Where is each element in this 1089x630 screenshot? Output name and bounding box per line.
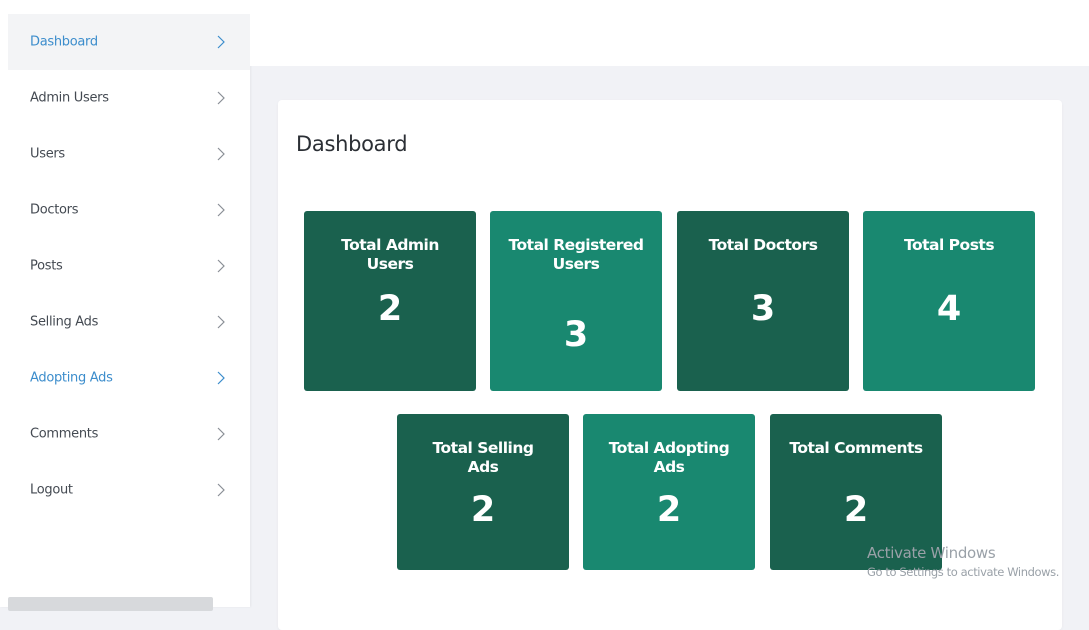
stat-card-total-selling-ads[interactable]: Total Selling Ads 2 bbox=[397, 414, 569, 570]
sidebar-item-label: Admin Users bbox=[30, 90, 109, 106]
stat-card-value: 2 bbox=[470, 490, 496, 530]
sidebar-item-adopting-ads[interactable]: Adopting Ads bbox=[8, 350, 250, 406]
stat-card-total-comments[interactable]: Total Comments 2 bbox=[770, 414, 942, 570]
sidebar-item-label: Comments bbox=[30, 426, 99, 442]
chevron-right-icon bbox=[217, 483, 225, 497]
sidebar-item-label: Dashboard bbox=[30, 34, 98, 50]
sidebar-item-dashboard[interactable]: Dashboard bbox=[8, 14, 250, 70]
stat-card-label: Total Admin Users bbox=[341, 236, 439, 273]
sidebar-item-label: Logout bbox=[30, 482, 73, 498]
stat-card-total-doctors[interactable]: Total Doctors 3 bbox=[677, 211, 849, 391]
sidebar-item-doctors[interactable]: Doctors bbox=[8, 182, 250, 238]
sidebar: Dashboard Admin Users Users Doctors Post… bbox=[0, 0, 250, 611]
stat-card-value: 2 bbox=[843, 490, 869, 530]
stat-card-label: Total Doctors bbox=[708, 236, 818, 254]
stat-card-label: Total Adopting Ads bbox=[608, 439, 730, 476]
stat-card-label: Total Posts bbox=[903, 236, 995, 254]
sidebar-item-users[interactable]: Users bbox=[8, 126, 250, 182]
stat-card-label: Total Selling Ads bbox=[432, 439, 535, 476]
stat-card-total-admin-users[interactable]: Total Admin Users 2 bbox=[304, 211, 476, 391]
page-title: Dashboard bbox=[296, 132, 408, 156]
top-header-bar bbox=[250, 0, 1089, 66]
status-bar-url bbox=[8, 597, 213, 611]
sidebar-item-comments[interactable]: Comments bbox=[8, 406, 250, 462]
chevron-right-icon bbox=[217, 35, 225, 49]
stat-card-label: Total Comments bbox=[789, 439, 923, 457]
stat-card-label: Total Registered Users bbox=[508, 236, 645, 273]
stat-card-value: 2 bbox=[656, 490, 682, 530]
stat-card-total-adopting-ads[interactable]: Total Adopting Ads 2 bbox=[583, 414, 755, 570]
sidebar-item-posts[interactable]: Posts bbox=[8, 238, 250, 294]
stat-card-value: 3 bbox=[563, 315, 589, 355]
stat-card-value: 2 bbox=[377, 289, 403, 329]
sidebar-item-logout[interactable]: Logout bbox=[8, 462, 250, 518]
chevron-right-icon bbox=[217, 91, 225, 105]
sidebar-item-label: Selling Ads bbox=[30, 314, 99, 330]
stat-card-total-posts[interactable]: Total Posts 4 bbox=[863, 211, 1035, 391]
sidebar-item-label: Adopting Ads bbox=[30, 370, 113, 386]
stat-card-total-registered-users[interactable]: Total Registered Users 3 bbox=[490, 211, 662, 391]
sidebar-item-label: Users bbox=[30, 146, 65, 162]
sidebar-item-admin-users[interactable]: Admin Users bbox=[8, 70, 250, 126]
stat-card-value: 3 bbox=[750, 289, 776, 329]
chevron-right-icon bbox=[217, 147, 225, 161]
chevron-right-icon bbox=[217, 427, 225, 441]
chevron-right-icon bbox=[217, 203, 225, 217]
sidebar-item-label: Posts bbox=[30, 258, 63, 274]
chevron-right-icon bbox=[217, 315, 225, 329]
stat-card-value: 4 bbox=[936, 289, 962, 329]
chevron-right-icon bbox=[217, 259, 225, 273]
sidebar-item-selling-ads[interactable]: Selling Ads bbox=[8, 294, 250, 350]
sidebar-item-label: Doctors bbox=[30, 202, 79, 218]
chevron-right-icon bbox=[217, 371, 225, 385]
